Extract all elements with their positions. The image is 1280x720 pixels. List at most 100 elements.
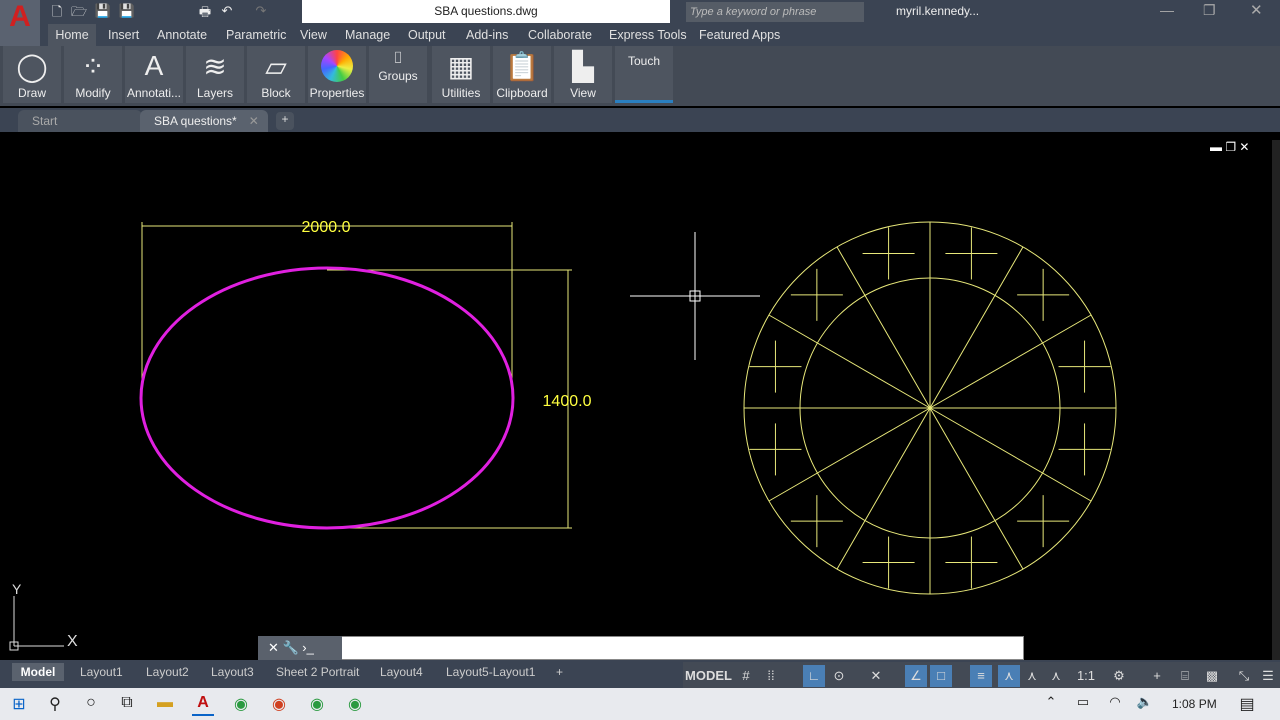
- open-icon[interactable]: 🗁: [70, 3, 88, 21]
- spoke-line: [768, 407, 931, 502]
- view-icon: ▙: [572, 51, 594, 82]
- notifications-icon[interactable]: ▤: [1236, 694, 1258, 716]
- tab-featured-apps[interactable]: Featured Apps: [699, 24, 780, 46]
- auto-scale-icon[interactable]: ⋏: [1022, 665, 1042, 687]
- undo-icon[interactable]: ↶: [218, 3, 236, 21]
- user-account[interactable]: myril.kennedy...: [896, 4, 979, 18]
- search-icon[interactable]: ⚲: [44, 694, 66, 716]
- panel-utilities[interactable]: ▦ Utilities: [432, 46, 490, 103]
- tray-overflow-icon[interactable]: ⌃: [1040, 694, 1062, 716]
- spoke-line: [836, 246, 931, 409]
- chrome-icon[interactable]: ◉: [230, 694, 252, 716]
- clock[interactable]: 1:08 PM: [1172, 697, 1217, 711]
- task-view-icon[interactable]: ⧉: [116, 694, 138, 716]
- graphics-performance-icon[interactable]: ▩: [1200, 665, 1224, 687]
- chrome-icon[interactable]: ◉: [344, 694, 366, 716]
- dimensions: [141, 222, 572, 529]
- command-line-input[interactable]: [258, 636, 1024, 660]
- panel-touch[interactable]: Touch: [615, 46, 673, 103]
- file-tab-start[interactable]: Start: [18, 110, 142, 132]
- restore-button[interactable]: ❐: [1203, 2, 1216, 19]
- tab-manage[interactable]: Manage: [345, 24, 390, 46]
- layout-tab[interactable]: Layout3: [211, 663, 254, 681]
- cortana-icon[interactable]: ○: [80, 694, 102, 716]
- save-icon[interactable]: 💾: [94, 3, 112, 21]
- tab-collaborate[interactable]: Collaborate: [528, 24, 592, 46]
- grid-icon[interactable]: #: [736, 665, 756, 687]
- file-explorer-icon[interactable]: ▬: [154, 694, 176, 716]
- modify-icon: ⁘: [81, 51, 105, 82]
- panel-layers[interactable]: ≋ Layers: [186, 46, 244, 103]
- print-icon[interactable]: 🖶: [196, 3, 214, 21]
- workspace-gear-icon[interactable]: ⚙: [1108, 665, 1130, 687]
- app-icon[interactable]: ◉: [268, 694, 290, 716]
- windows-start-icon[interactable]: ⊞: [8, 694, 30, 716]
- circle-pattern[interactable]: [743, 221, 1117, 595]
- model-space-button[interactable]: MODEL: [685, 665, 732, 687]
- autocad-taskbar-icon[interactable]: A: [192, 694, 214, 716]
- panel-draw[interactable]: ◯ Draw: [3, 46, 61, 103]
- annotation-visibility-icon[interactable]: ⋏: [998, 665, 1020, 687]
- drawing-canvas[interactable]: 2000.0 1400.0 X Y: [0, 132, 1280, 660]
- annotation-scale-icon[interactable]: ⋏: [1046, 665, 1066, 687]
- customize-menu-icon[interactable]: ☰: [1258, 665, 1278, 687]
- tab-insert[interactable]: Insert: [108, 24, 139, 46]
- layout-tab[interactable]: Layout1: [80, 663, 123, 681]
- panel-modify[interactable]: ⁘ Modify: [64, 46, 122, 103]
- search-input[interactable]: Type a keyword or phrase: [686, 2, 864, 22]
- tab-annotate[interactable]: Annotate: [157, 24, 207, 46]
- panel-view[interactable]: ▙ View: [554, 46, 612, 103]
- layout-tab[interactable]: Layout5-Layout1: [446, 663, 535, 681]
- panel-properties[interactable]: Properties: [308, 46, 366, 103]
- tab-home[interactable]: Home: [48, 24, 96, 46]
- battery-icon[interactable]: ▭: [1072, 694, 1094, 716]
- tab-output[interactable]: Output: [408, 24, 446, 46]
- minimize-button[interactable]: —: [1160, 2, 1174, 18]
- dim-text-height[interactable]: 1400.0: [543, 393, 592, 410]
- layout-tab[interactable]: Sheet 2 Portrait: [276, 663, 359, 681]
- spoke-line: [929, 407, 1092, 502]
- wifi-icon[interactable]: ◠: [1104, 694, 1126, 716]
- panel-groups[interactable]: ⌷ Groups: [369, 46, 427, 103]
- tab-parametric[interactable]: Parametric: [226, 24, 286, 46]
- layout-tab-model[interactable]: Model: [12, 663, 64, 681]
- save-as-icon[interactable]: 💾: [118, 3, 136, 21]
- viewport-controls[interactable]: ▬ ❐ ✕: [1210, 140, 1249, 154]
- file-tab-sba-questions[interactable]: SBA questions* ✕: [140, 110, 268, 132]
- tab-express-tools[interactable]: Express Tools: [609, 24, 687, 46]
- close-button[interactable]: ✕: [1250, 1, 1263, 19]
- tab-add-ins[interactable]: Add-ins: [466, 24, 508, 46]
- application-menu-button[interactable]: A: [0, 0, 40, 48]
- object-snap-tracking-icon[interactable]: ∠: [905, 665, 927, 687]
- add-layout-button[interactable]: +: [556, 663, 563, 681]
- volume-icon[interactable]: 🔈: [1134, 694, 1156, 716]
- layout-tab[interactable]: Layout2: [146, 663, 189, 681]
- redo-icon[interactable]: ↷: [252, 3, 270, 21]
- new-tab-button[interactable]: +: [276, 112, 294, 130]
- dim-text-width[interactable]: 2000.0: [302, 219, 351, 236]
- annotation-monitor-icon[interactable]: +: [1146, 665, 1168, 687]
- layout-tab[interactable]: Layout4: [380, 663, 423, 681]
- snap-icon[interactable]: ⁞⁞: [760, 665, 782, 687]
- isolate-objects-icon[interactable]: ⌸: [1174, 665, 1196, 687]
- panel-block[interactable]: ▱ Block: [247, 46, 305, 103]
- polar-icon[interactable]: ⊙: [828, 665, 850, 687]
- ellipse[interactable]: [139, 266, 515, 530]
- properties-icon: [308, 50, 366, 89]
- close-tab-icon[interactable]: ✕: [249, 114, 259, 128]
- scrollbar[interactable]: [1272, 140, 1280, 660]
- panel-annotation[interactable]: A Annotati...: [125, 46, 183, 103]
- new-icon[interactable]: 🗋: [48, 3, 66, 21]
- spoke-line: [929, 407, 1024, 570]
- lineweight-icon[interactable]: ≡: [970, 665, 992, 687]
- draw-icon: ◯: [16, 51, 48, 82]
- tab-view[interactable]: View: [300, 24, 327, 46]
- scale-dropdown[interactable]: 1:1: [1070, 665, 1102, 687]
- chrome-icon[interactable]: ◉: [306, 694, 328, 716]
- object-snap-icon[interactable]: □: [930, 665, 952, 687]
- ortho-icon[interactable]: ∟: [803, 665, 825, 687]
- isodraft-icon[interactable]: ✕: [866, 665, 886, 687]
- command-line-controls[interactable]: ✕ 🔧 ›_: [258, 636, 342, 660]
- clean-screen-icon[interactable]: ⤡: [1233, 665, 1255, 687]
- panel-clipboard[interactable]: 📋 Clipboard: [493, 46, 551, 103]
